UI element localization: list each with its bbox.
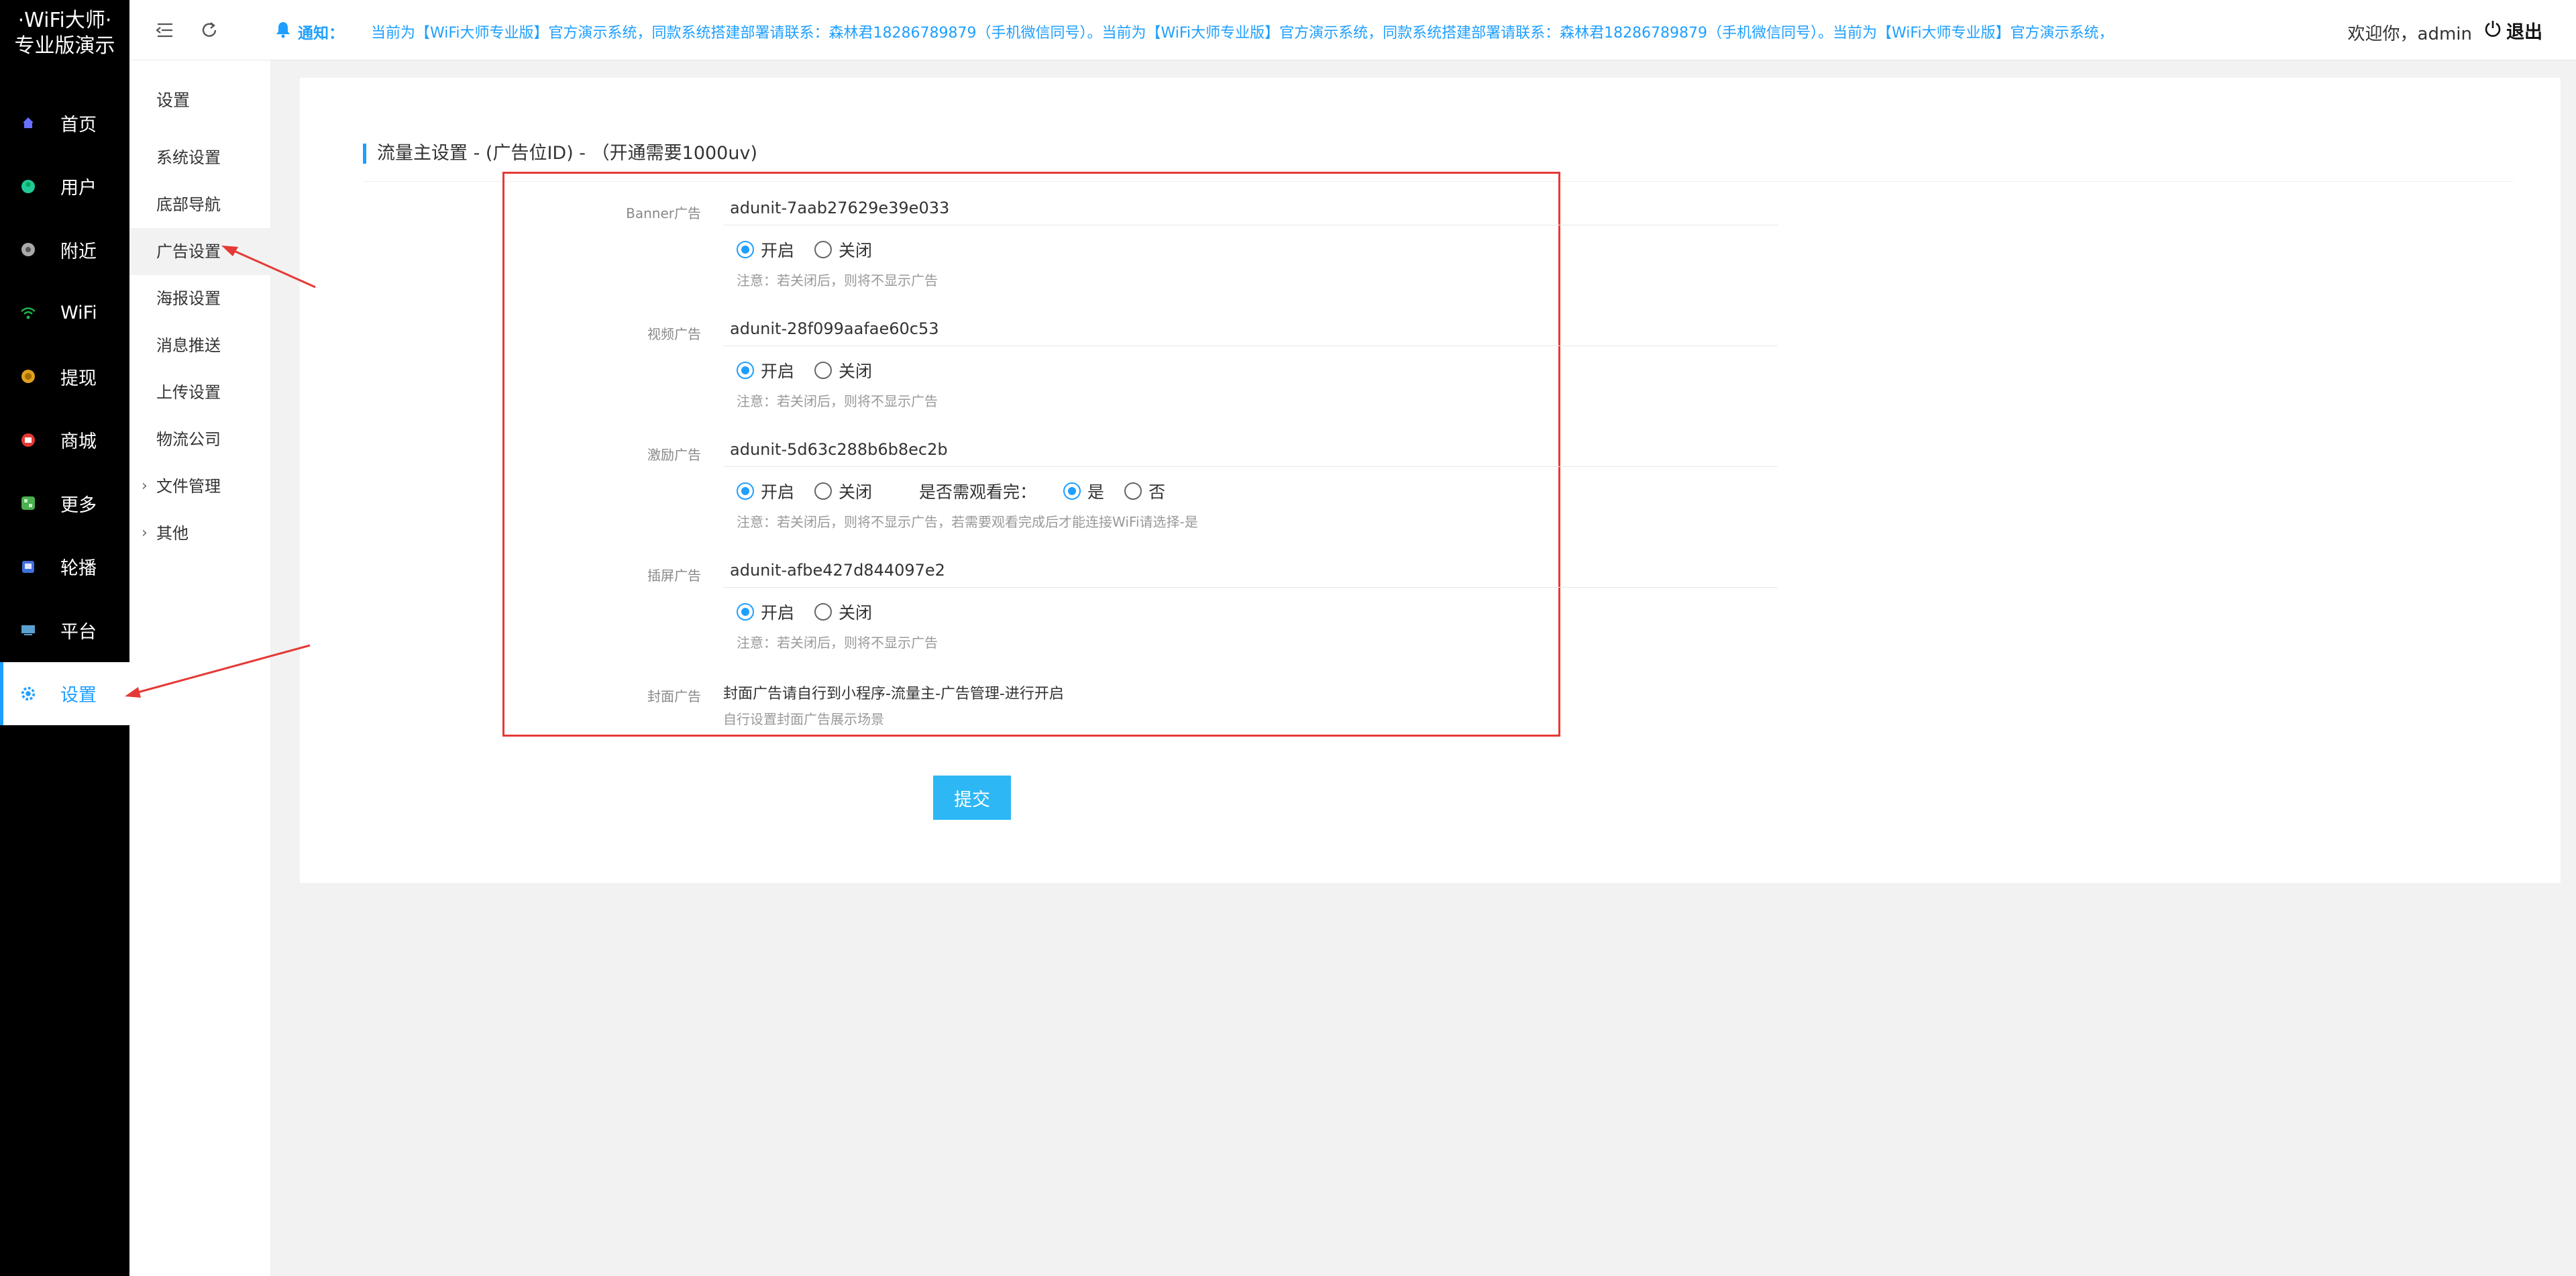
bell-icon [274, 20, 292, 43]
nav-item-home[interactable]: 首页 [0, 91, 129, 155]
reward-off-radio[interactable]: 关闭 [814, 479, 872, 503]
app-logo: ·WiFi大师· 专业版演示 [0, 0, 129, 62]
settings-icon [20, 686, 36, 702]
nav-label: 用户 [60, 178, 97, 199]
menu-toggle-icon[interactable] [154, 19, 176, 42]
banner-radio-group: 开启 关闭 [737, 237, 892, 262]
video-label: 视频广告 [647, 326, 701, 342]
banner-tip: 注意：若关闭后，则将不显示广告 [737, 272, 938, 288]
logout-button[interactable]: 退出 [2483, 17, 2542, 44]
nav-item-platform[interactable]: 平台 [0, 598, 129, 662]
cover-label: 封面广告 [647, 688, 701, 704]
watch-no-radio[interactable]: 否 [1124, 479, 1165, 503]
submenu-item-logistics[interactable]: 物流公司 [129, 416, 270, 463]
refresh-icon[interactable] [198, 19, 221, 42]
nav-label: 提现 [60, 368, 97, 389]
withdraw-icon [20, 368, 36, 384]
submenu-item-ad-settings[interactable]: 广告设置 [129, 228, 270, 275]
nav-label: WiFi [60, 303, 97, 324]
main-content: 流量主设置 - (广告位ID) - （开通需要1000uv) Banner广告 … [270, 60, 2576, 1276]
submenu-item-push[interactable]: 消息推送 [129, 322, 270, 369]
nav-label: 附近 [60, 241, 97, 262]
nav-label: 轮播 [60, 558, 97, 580]
nav-item-withdraw[interactable]: 提现 [0, 345, 129, 409]
submenu-item-label: 文件管理 [156, 477, 221, 496]
welcome-text: 欢迎你，admin [2347, 24, 2472, 44]
banner-label: Banner广告 [626, 205, 701, 221]
settings-submenu: 设置 系统设置 底部导航 广告设置 海报设置 消息推送 上传设置 物流公司 › … [129, 60, 270, 1276]
submenu-item-bottom-nav[interactable]: 底部导航 [129, 181, 270, 228]
video-on-radio[interactable]: 开启 [737, 358, 794, 382]
home-icon [20, 115, 36, 131]
more-icon [20, 495, 36, 511]
chevron-right-icon: › [142, 478, 148, 494]
video-tip: 注意：若关闭后，则将不显示广告 [737, 393, 938, 409]
settings-card: 流量主设置 - (广告位ID) - （开通需要1000uv) Banner广告 … [300, 78, 2561, 883]
location-icon [20, 242, 36, 258]
watch-complete-label: 是否需观看完： [919, 482, 1037, 502]
video-ad-input[interactable] [723, 311, 1778, 346]
main-nav: 首页 用户 附近 WiFi 提现 商城 更多 轮播 平台 设置 [0, 91, 129, 725]
interstitial-ad-input[interactable] [723, 553, 1778, 588]
main-sidebar: ·WiFi大师· 专业版演示 首页 用户 附近 WiFi 提现 商城 更多 轮播… [0, 0, 129, 1276]
banner-off-radio[interactable]: 关闭 [814, 237, 872, 262]
video-off-radio[interactable]: 关闭 [814, 358, 872, 382]
top-header: 通知： 当前为【WiFi大师专业版】官方演示系统，同款系统搭建部署请联系：森林君… [129, 0, 2576, 60]
reward-radio-group: 开启 关闭 是否需观看完： 是 否 [737, 479, 1185, 503]
interstitial-label: 插屏广告 [647, 568, 701, 584]
reward-on-radio[interactable]: 开启 [737, 479, 794, 503]
nav-item-carousel[interactable]: 轮播 [0, 535, 129, 599]
power-icon [2483, 19, 2506, 42]
submenu-item-label: 其他 [156, 524, 189, 543]
chevron-right-icon: › [142, 525, 148, 541]
cover-text: 封面广告请自行到小程序-流量主-广告管理-进行开启 [723, 686, 1064, 702]
logo-line2: 专业版演示 [14, 34, 115, 58]
form-title: 流量主设置 - (广告位ID) - （开通需要1000uv) [363, 144, 757, 164]
logo-line1: ·WiFi大师· [17, 9, 112, 32]
cover-sub: 自行设置封面广告展示场景 [723, 711, 884, 727]
submenu-title: 设置 [156, 91, 191, 110]
banner-ad-input[interactable] [723, 191, 1778, 225]
shop-icon [20, 432, 36, 448]
reward-ad-input[interactable] [723, 432, 1778, 467]
nav-label: 设置 [60, 685, 97, 706]
nav-label: 商城 [60, 431, 97, 453]
video-radio-group: 开启 关闭 [737, 358, 892, 382]
logout-label: 退出 [2506, 22, 2542, 43]
interstitial-tip: 注意：若关闭后，则将不显示广告 [737, 635, 938, 651]
submenu-item-system[interactable]: 系统设置 [129, 134, 270, 181]
nav-label: 首页 [60, 114, 97, 136]
notice-label: 通知： [298, 25, 344, 42]
nav-item-settings[interactable]: 设置 [0, 661, 129, 725]
submenu-item-other[interactable]: › 其他 [129, 510, 270, 557]
nav-item-shop[interactable]: 商城 [0, 409, 129, 472]
banner-on-radio[interactable]: 开启 [737, 237, 794, 262]
interstitial-on-radio[interactable]: 开启 [737, 600, 794, 624]
carousel-icon [20, 559, 36, 575]
nav-label: 平台 [60, 621, 97, 643]
submenu-item-poster[interactable]: 海报设置 [129, 275, 270, 322]
nav-item-more[interactable]: 更多 [0, 472, 129, 535]
notice-text: 当前为【WiFi大师专业版】官方演示系统，同款系统搭建部署请联系：森林君1828… [371, 25, 2114, 42]
notice-bar: 通知： 当前为【WiFi大师专业版】官方演示系统，同款系统搭建部署请联系：森林君… [274, 20, 2182, 43]
nav-item-user[interactable]: 用户 [0, 155, 129, 219]
platform-icon [20, 622, 36, 638]
submit-button[interactable]: 提交 [933, 776, 1011, 820]
reward-tip: 注意：若关闭后，则将不显示广告，若需要观看完成后才能连接WiFi请选择-是 [737, 514, 1198, 530]
nav-label: 更多 [60, 494, 97, 516]
user-icon [20, 178, 36, 195]
nav-item-wifi[interactable]: WiFi [0, 282, 129, 345]
watch-yes-radio[interactable]: 是 [1063, 479, 1104, 503]
submenu-item-upload[interactable]: 上传设置 [129, 369, 270, 416]
interstitial-radio-group: 开启 关闭 [737, 600, 892, 624]
wifi-icon [20, 305, 36, 321]
reward-label: 激励广告 [647, 447, 701, 463]
interstitial-off-radio[interactable]: 关闭 [814, 600, 872, 624]
submenu-item-files[interactable]: › 文件管理 [129, 463, 270, 510]
nav-item-nearby[interactable]: 附近 [0, 218, 129, 282]
